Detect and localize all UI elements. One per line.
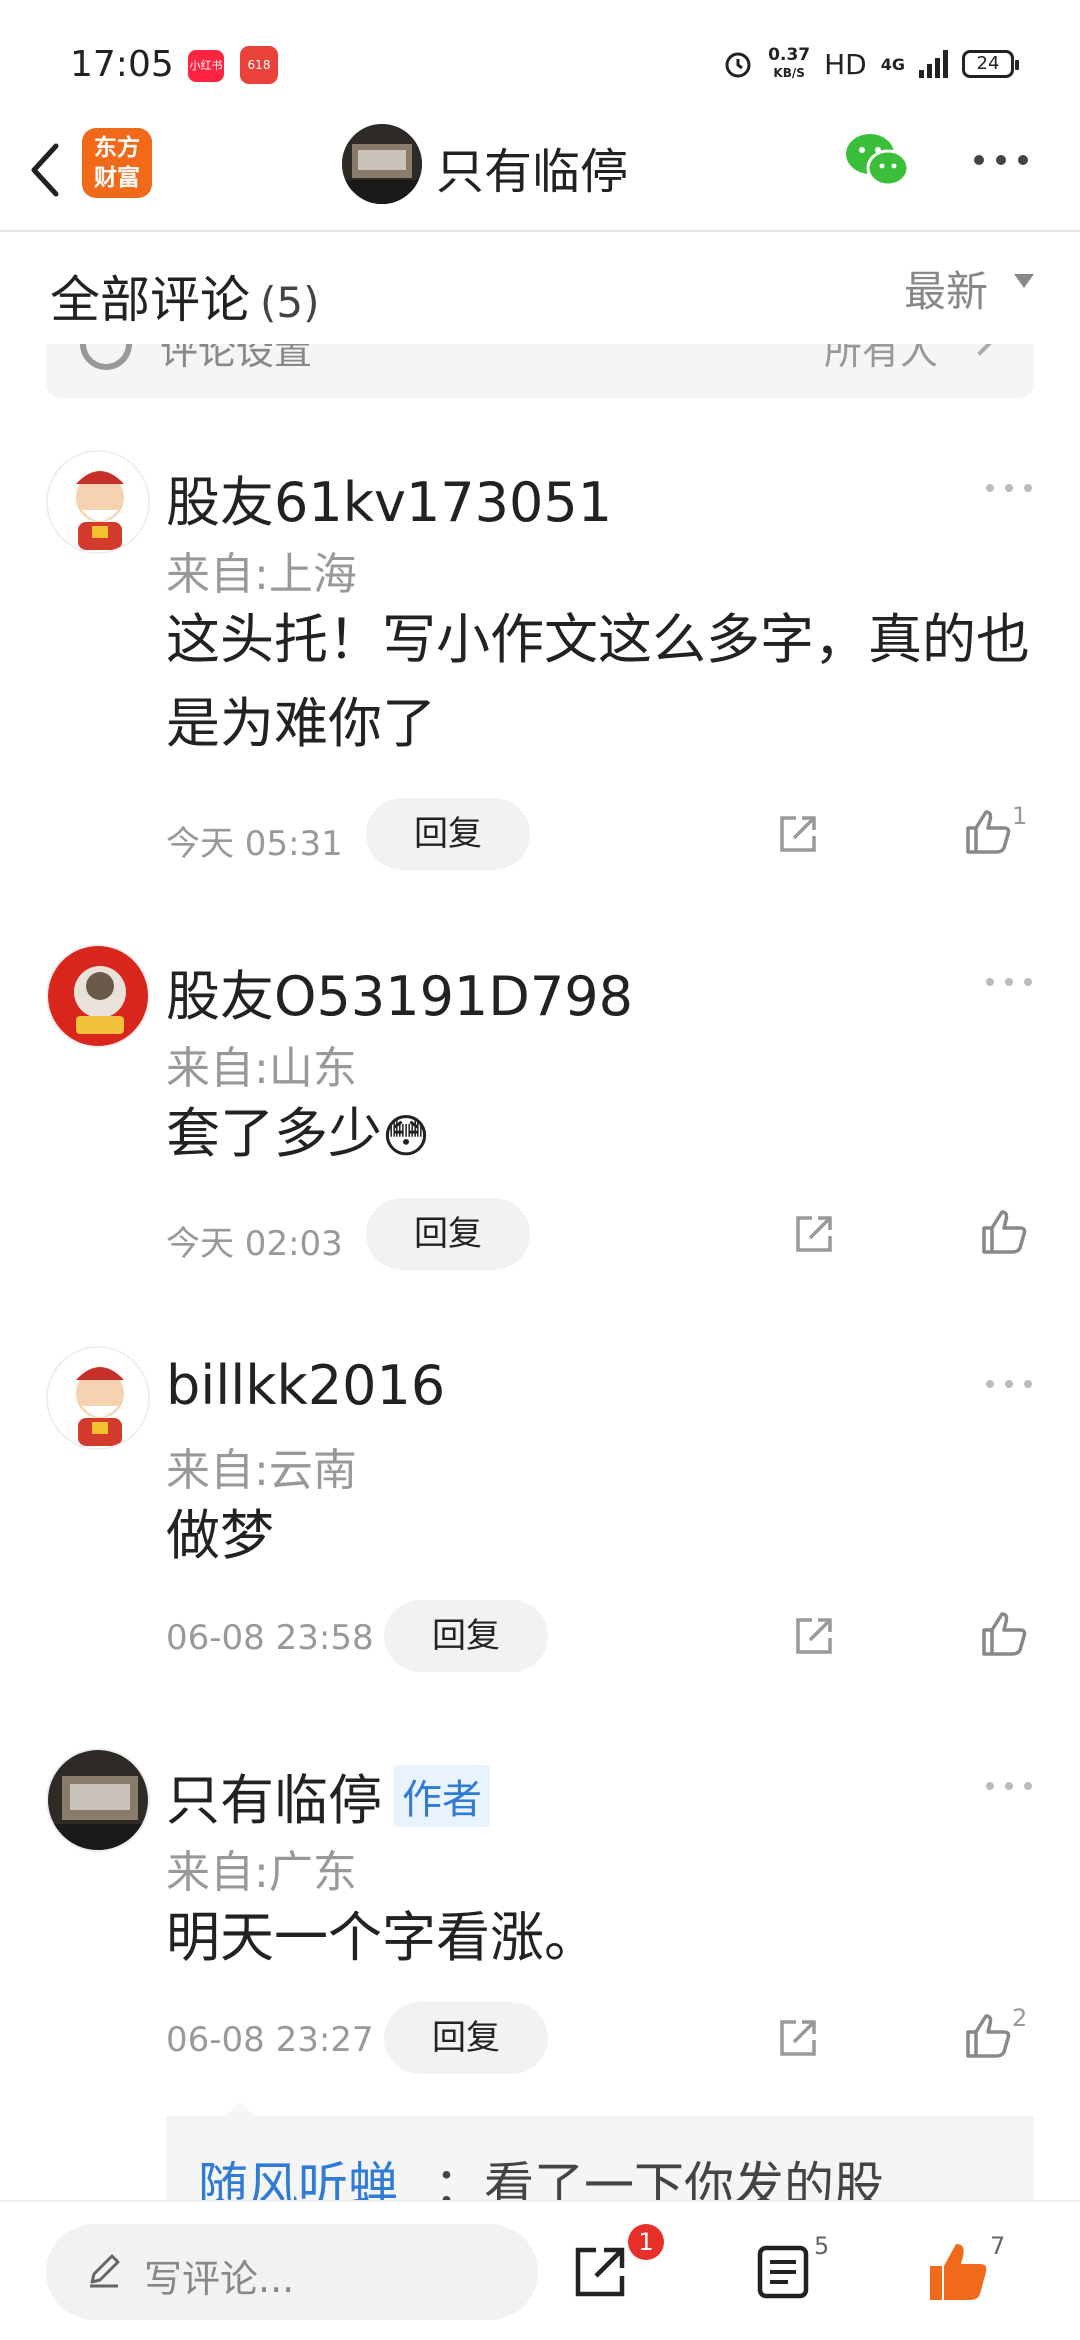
comment-text[interactable]: 套了多少😳 (166, 1092, 1046, 1178)
comment-input[interactable]: 写评论... (46, 2224, 538, 2320)
wechat-share-icon[interactable] (844, 130, 910, 190)
comment-time: 今天 02:03 (166, 1224, 343, 1264)
thumbs-up-icon[interactable] (978, 1206, 1030, 1258)
more-icon[interactable] (984, 1780, 1034, 1792)
reply-preview[interactable]: 随风听蝉 ：看了一下你发的股 (166, 2116, 1034, 2206)
status-time: 17:05 (70, 44, 174, 85)
comment-count: (5) (260, 278, 320, 327)
reply-pointer (226, 2102, 254, 2116)
comment-input-placeholder: 写评论... (144, 2257, 295, 2301)
comment-time: 今天 05:31 (166, 824, 343, 864)
location-label: 来自:山东 (166, 1043, 357, 1094)
gear-icon (80, 344, 132, 370)
location-label: 来自:上海 (166, 549, 357, 600)
more-icon[interactable] (984, 976, 1034, 988)
page-title: 只有临停 (436, 144, 629, 200)
username[interactable]: 只有临停 作者 (166, 1756, 490, 1835)
dizzy-face-emoji-icon: 😳 (382, 1109, 430, 1163)
comment-time: 06-08 23:58 (166, 1618, 374, 1658)
thumbs-up-icon[interactable] (978, 1608, 1030, 1660)
comment-item: billkk2016 来自:云南 做梦 06-08 23:58 回复 (0, 1346, 1080, 1676)
reply-username[interactable]: 随风听蝉 (198, 2146, 398, 2206)
share-icon[interactable] (792, 1212, 836, 1256)
comment-settings-label: 评论设置 (160, 344, 313, 373)
comment-time: 06-08 23:27 (166, 2020, 374, 2060)
comment-text[interactable]: 做梦 (166, 1494, 1046, 1578)
username[interactable]: 股友61kv173051 (166, 458, 612, 537)
comment-settings-bar[interactable]: 评论设置 所有人 (46, 344, 1034, 398)
reply-button[interactable]: 回复 (384, 1600, 548, 1672)
location-label: 来自:广东 (166, 1847, 357, 1898)
more-icon[interactable] (984, 482, 1034, 494)
user-avatar[interactable] (46, 1346, 150, 1450)
eastmoney-logo[interactable]: 东方 财富 (82, 128, 152, 198)
location-label: 来自:云南 (166, 1445, 357, 1496)
bottom-bar: 写评论... 1 5 7 (0, 2200, 1080, 2340)
hd-indicator: HD (824, 47, 867, 81)
comments-header: 全部评论 (5) 最新 (0, 234, 1080, 344)
reply-button[interactable]: 回复 (366, 798, 530, 870)
comment-settings-value: 所有人 (823, 344, 938, 373)
share-icon[interactable] (776, 812, 820, 856)
user-avatar[interactable] (46, 944, 150, 1048)
share-icon[interactable] (776, 2016, 820, 2060)
share-icon[interactable] (792, 1614, 836, 1658)
chevron-right-icon (960, 344, 1000, 356)
reply-button[interactable]: 回复 (366, 1198, 530, 1270)
share-icon[interactable] (572, 2244, 628, 2300)
like-count: 7 (990, 2232, 1006, 2260)
thumbs-up-icon[interactable] (962, 806, 1014, 858)
thumbs-up-filled-icon[interactable] (926, 2240, 990, 2304)
user-avatar[interactable] (46, 450, 150, 554)
author-badge: 作者 (394, 1765, 490, 1827)
comment-item: 股友O53191D798 来自:山东 套了多少😳 今天 02:03 回复 (0, 944, 1080, 1274)
reply-button[interactable]: 回复 (384, 2002, 548, 2074)
like-count: 1 (1012, 802, 1028, 830)
reply-text: ：看了一下你发的股 (434, 2157, 884, 2206)
sort-dropdown[interactable]: 最新 (904, 258, 988, 319)
status-indicators: 0.37 KB/S HD 4G 24 (722, 45, 1019, 82)
status-bar: 17:05 小红书 618 0.37 KB/S HD 4G 24 (0, 0, 1080, 110)
all-comments-label: 全部评论 (50, 271, 250, 329)
back-arrow-icon[interactable] (24, 140, 64, 200)
comment-list-count: 5 (814, 2232, 830, 2260)
comment-text[interactable]: 明天一个字看涨。 (166, 1896, 1046, 1980)
shopping-notification-icon: 618 (240, 46, 278, 84)
username[interactable]: billkk2016 (166, 1354, 445, 1417)
user-avatar[interactable] (46, 1748, 150, 1852)
comment-item: 只有临停 作者 来自:广东 明天一个字看涨。 06-08 23:27 回复 2 (0, 1748, 1080, 2088)
author-avatar[interactable] (342, 124, 422, 204)
xiaohongshu-notification-icon: 小红书 (188, 50, 224, 82)
comment-list-icon[interactable] (756, 2244, 810, 2300)
more-icon[interactable] (984, 1378, 1034, 1390)
network-speed: 0.37 KB/S (768, 45, 811, 80)
more-options-icon[interactable] (972, 150, 1030, 170)
caret-down-icon[interactable] (1014, 274, 1034, 288)
share-badge: 1 (628, 2224, 664, 2260)
thumbs-up-icon[interactable] (962, 2010, 1014, 2062)
network-type: 4G (880, 54, 905, 74)
username[interactable]: 股友O53191D798 (166, 952, 633, 1031)
top-nav: 东方 财富 只有临停 (0, 110, 1080, 232)
alarm-icon (725, 52, 751, 78)
comment-text[interactable]: 这头托！写小作文这么多字，真的也是为难你了 (166, 598, 1046, 766)
signal-icon (919, 50, 948, 78)
battery-icon: 24 (962, 50, 1019, 78)
pencil-icon (90, 2254, 120, 2288)
comment-item: 股友61kv173051 来自:上海 这头托！写小作文这么多字，真的也是为难你了… (0, 450, 1080, 870)
like-count: 2 (1012, 2004, 1028, 2032)
